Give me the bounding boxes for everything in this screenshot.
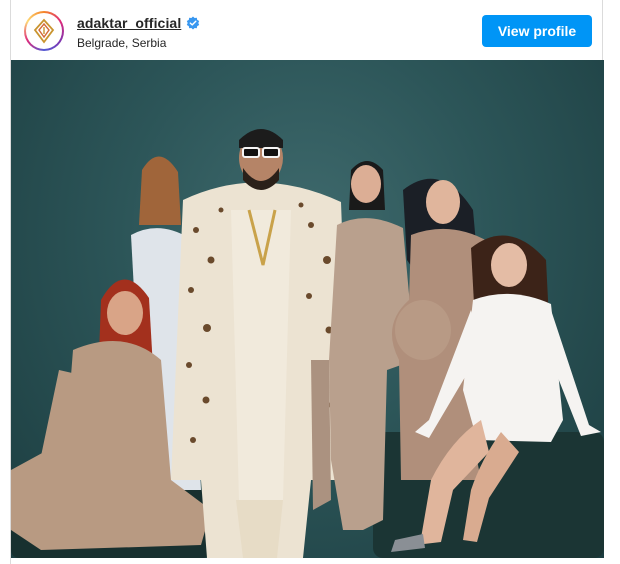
username-link[interactable]: adaktar_official	[77, 15, 181, 31]
username-row: adaktar_official	[77, 14, 200, 32]
caption-area	[11, 558, 604, 564]
post-image[interactable]	[11, 60, 604, 558]
location-label[interactable]: Belgrade, Serbia	[77, 36, 200, 50]
instagram-embed: adaktar_official Belgrade, Serbia View p…	[10, 0, 604, 564]
brand-logo-icon	[26, 13, 62, 49]
verified-badge-icon	[186, 16, 200, 30]
user-info: adaktar_official Belgrade, Serbia	[77, 14, 200, 50]
post-header: adaktar_official Belgrade, Serbia View p…	[11, 0, 604, 60]
view-profile-button[interactable]: View profile	[482, 15, 592, 47]
avatar[interactable]	[24, 11, 64, 51]
